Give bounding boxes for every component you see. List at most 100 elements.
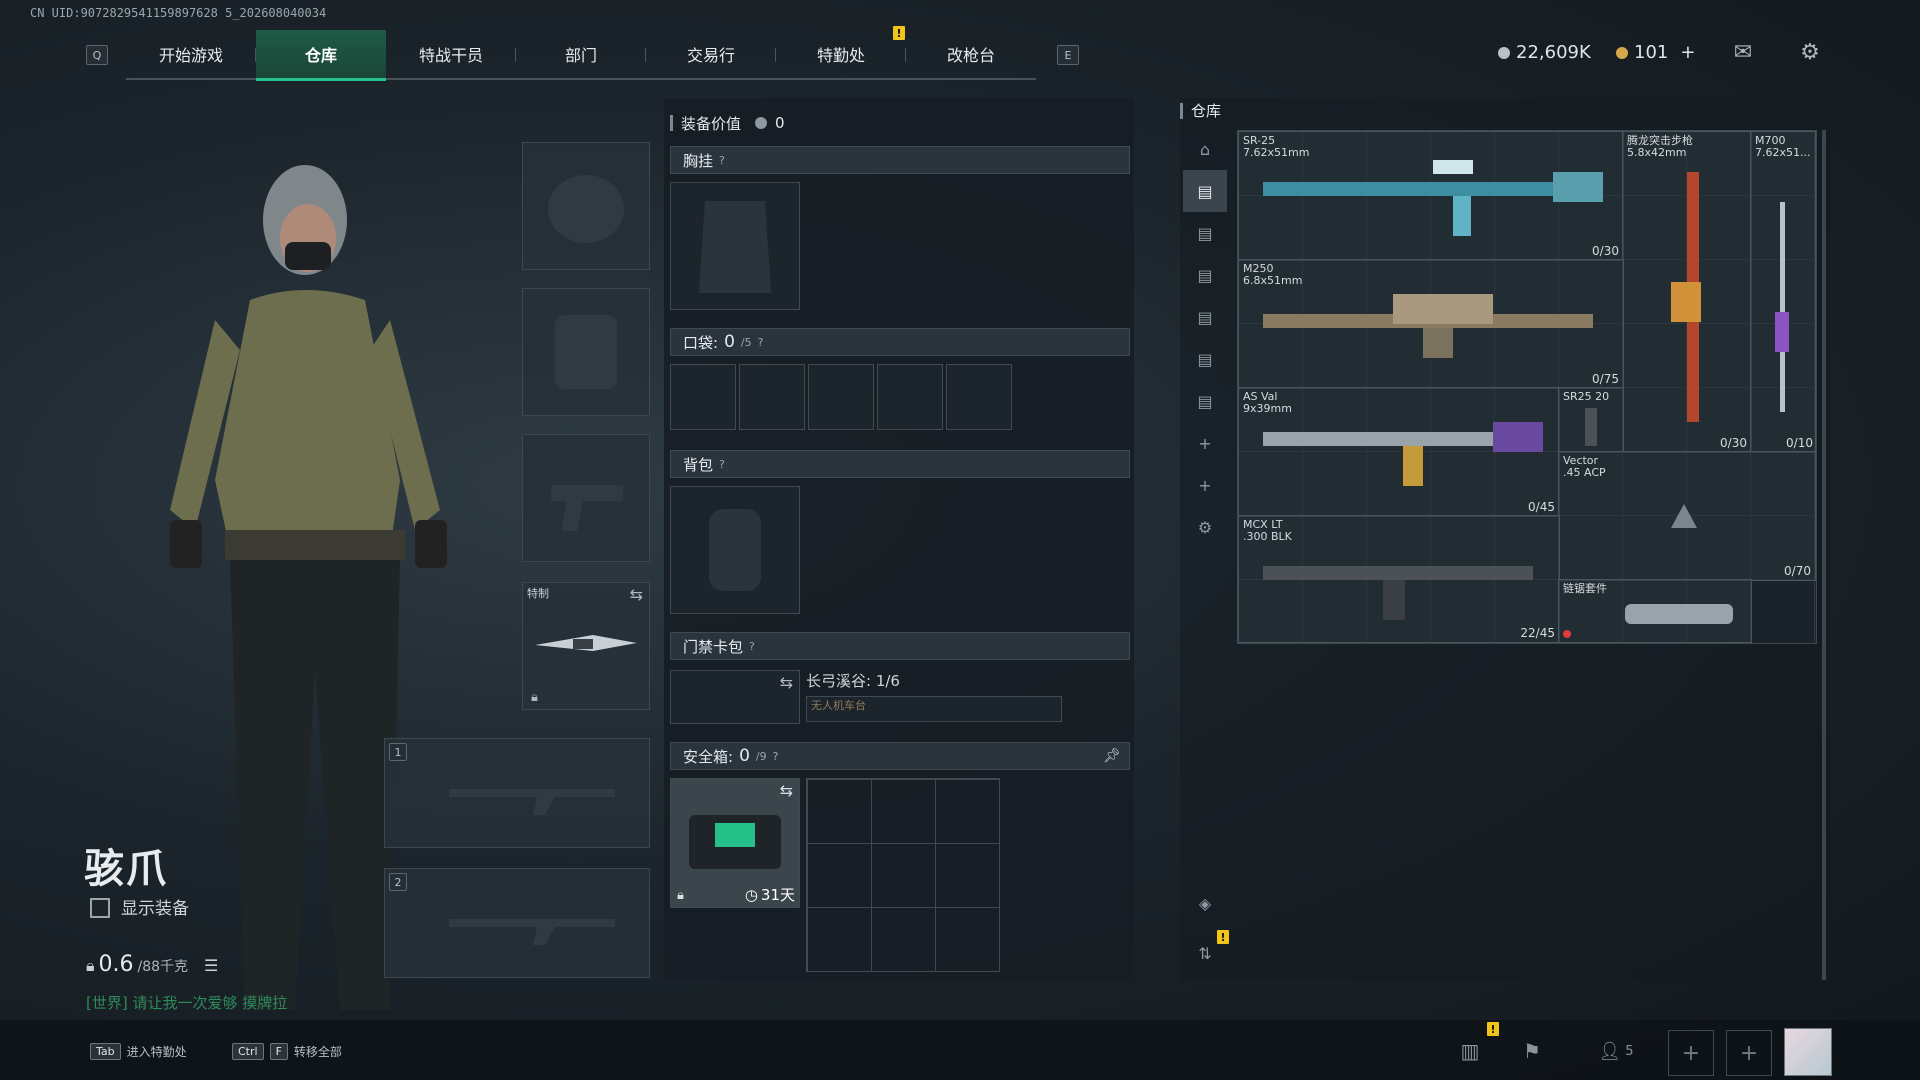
chat-message: 请让我一次爱够 摸牌拉 (132, 994, 288, 1012)
storage-tab-6-icon[interactable]: ▤ (1183, 380, 1227, 422)
warehouse-title: 仓库 (1180, 100, 1221, 121)
tab-warehouse[interactable]: 仓库 (256, 30, 386, 81)
transfer-all-hint[interactable]: Ctrl F 转移全部 (232, 1038, 342, 1064)
silver-coin-icon (1498, 46, 1510, 59)
item-chainsaw-kit[interactable]: 链锯套件 (1558, 579, 1752, 643)
nav-prev-key[interactable]: Q (86, 45, 108, 65)
storage-tab-2-icon[interactable]: ▤ (1183, 212, 1227, 254)
stats-chart-icon[interactable]: ▥ (1448, 1034, 1492, 1068)
world-chat-line[interactable]: [世界] 请让我一次爱够 摸牌拉 (86, 992, 287, 1013)
pocket-capacity: /5 (740, 335, 752, 349)
item-m700[interactable]: M700 7.62x51... 0/10 (1750, 131, 1816, 453)
keycard-item[interactable]: 无人机车台 (806, 696, 1062, 722)
ctrl-key: Ctrl (232, 1042, 264, 1060)
all-items-icon[interactable]: ⌂ (1183, 128, 1227, 170)
add-storage-icon[interactable]: + (1183, 422, 1227, 464)
gold-currency: 101 + (1616, 42, 1695, 63)
tab-trading[interactable]: 交易行 (646, 30, 776, 78)
backpack-header: 背包 ? (670, 450, 1130, 478)
item-name: SR25 20 (1563, 390, 1610, 403)
mask-shape (285, 242, 331, 270)
machine-gun-icon (1263, 294, 1593, 358)
help-icon[interactable]: ? (749, 640, 755, 653)
swap-icon[interactable]: ⇆ (780, 781, 793, 800)
keycard-slot[interactable]: ⇆ (670, 670, 800, 724)
pocket-slot[interactable] (739, 364, 805, 430)
item-vector[interactable]: Vector .45 ACP 0/70 (1558, 451, 1816, 581)
pocket-slot[interactable] (808, 364, 874, 430)
primary-weapon-slot-1[interactable]: 1 (384, 738, 650, 848)
slot-2-number: 2 (389, 873, 407, 891)
weight-detail-list-icon[interactable]: ☰ (204, 956, 218, 975)
chat-channel: [世界] (86, 994, 128, 1012)
help-icon[interactable]: ? (758, 336, 764, 349)
help-icon[interactable]: ? (773, 750, 779, 763)
item-ammo: 0/45 (1528, 500, 1555, 514)
tab-department[interactable]: 部门 (516, 30, 646, 78)
swap-icon[interactable]: ⇆ (630, 585, 643, 604)
safe-box-slot[interactable]: ⇆ 🔒︎ ◷ 31天 (670, 778, 800, 908)
chest-rig-slot[interactable] (670, 182, 800, 310)
help-icon[interactable]: ? (719, 154, 725, 167)
swap-icon[interactable]: ⇆ (780, 673, 793, 692)
tab-special-ops[interactable]: 特勤处 (776, 30, 906, 78)
silver-currency: 22,609K (1498, 42, 1591, 63)
show-gear-label: 显示装备 (121, 899, 189, 919)
pistol-slot[interactable] (522, 434, 650, 562)
enter-special-ops-label: 进入特勤处 (126, 1044, 187, 1059)
squad-button[interactable]: 👤︎ 5 (1586, 1034, 1646, 1068)
item-mcx-lt[interactable]: MCX LT .300 BLK 22/45 (1238, 515, 1560, 643)
armor-slot[interactable] (522, 288, 650, 416)
storage-tab-3-icon[interactable]: ▤ (1183, 254, 1227, 296)
item-as-val[interactable]: AS Val 9x39mm 0/45 (1238, 387, 1560, 517)
invite-slot-button[interactable]: + (1726, 1030, 1772, 1076)
squad-icon: 👤︎ (1598, 1040, 1622, 1062)
safe-box-capacity: /9 (755, 749, 767, 763)
tab-start-game[interactable]: 开始游戏 (126, 30, 256, 78)
mail-icon[interactable]: ✉ (1730, 40, 1756, 65)
storage-tab-4-icon[interactable]: ▤ (1183, 296, 1227, 338)
storage-settings-icon[interactable]: ⚙ (1183, 506, 1227, 548)
stats-alert-icon: ! (1487, 1022, 1499, 1036)
slot-1-number: 1 (389, 743, 407, 761)
layers-icon[interactable]: ◈ (1183, 882, 1227, 924)
settings-gear-icon[interactable]: ⚙ (1797, 40, 1823, 65)
pin-icon[interactable]: 📌︎ (1103, 748, 1121, 764)
show-gear-checkbox[interactable] (90, 898, 110, 918)
body-armor-icon (555, 315, 617, 389)
item-m250[interactable]: M250 6.8x51mm 0/75 (1238, 259, 1624, 389)
pocket-slot[interactable] (946, 364, 1012, 430)
melee-slot[interactable]: 特制 ⇆ 🔒︎ (522, 582, 650, 710)
safe-box-label: 安全箱: (683, 747, 734, 766)
invite-slot-button[interactable]: + (1668, 1030, 1714, 1076)
nav-next-key[interactable]: E (1057, 45, 1079, 65)
add-currency-button[interactable]: + (1680, 42, 1695, 63)
safe-box-icon (689, 815, 781, 869)
weight-max: /88千克 (137, 959, 189, 975)
help-icon[interactable]: ? (719, 458, 725, 471)
item-sr25[interactable]: SR-25 7.62x51mm 0/30 (1238, 131, 1624, 261)
pocket-slot[interactable] (670, 364, 736, 430)
helmet-slot[interactable] (522, 142, 650, 270)
transfer-all-label: 转移全部 (293, 1044, 342, 1059)
storage-tab-1-icon[interactable]: ▤ (1183, 170, 1227, 212)
flag-icon[interactable]: ⚑ (1510, 1034, 1554, 1068)
enter-special-ops-hint[interactable]: Tab 进入特勤处 (90, 1038, 187, 1064)
item-sr25-mag[interactable]: SR25 20 (1558, 387, 1624, 453)
warehouse-scrollbar[interactable] (1822, 130, 1826, 980)
backpack-slot[interactable] (670, 486, 800, 614)
tab-gunsmith[interactable]: 改枪台 (906, 30, 1036, 78)
storage-tab-5-icon[interactable]: ▤ (1183, 338, 1227, 380)
item-ammo: 0/30 (1720, 436, 1747, 450)
item-tenglong-rifle[interactable]: 腾龙突击步枪 5.8x42mm 0/30 (1622, 131, 1752, 453)
rifle-placeholder-icon (449, 919, 615, 945)
add-storage-icon[interactable]: + (1183, 464, 1227, 506)
player-avatar[interactable] (1784, 1028, 1832, 1076)
helmet-icon (548, 175, 624, 243)
pocket-count: 0 (724, 332, 735, 352)
tab-operators[interactable]: 特战干员 (386, 30, 516, 78)
safe-box-grid[interactable] (806, 778, 1000, 972)
pocket-slot[interactable] (877, 364, 943, 430)
rifle-placeholder-icon (449, 789, 615, 815)
primary-weapon-slot-2[interactable]: 2 (384, 868, 650, 978)
